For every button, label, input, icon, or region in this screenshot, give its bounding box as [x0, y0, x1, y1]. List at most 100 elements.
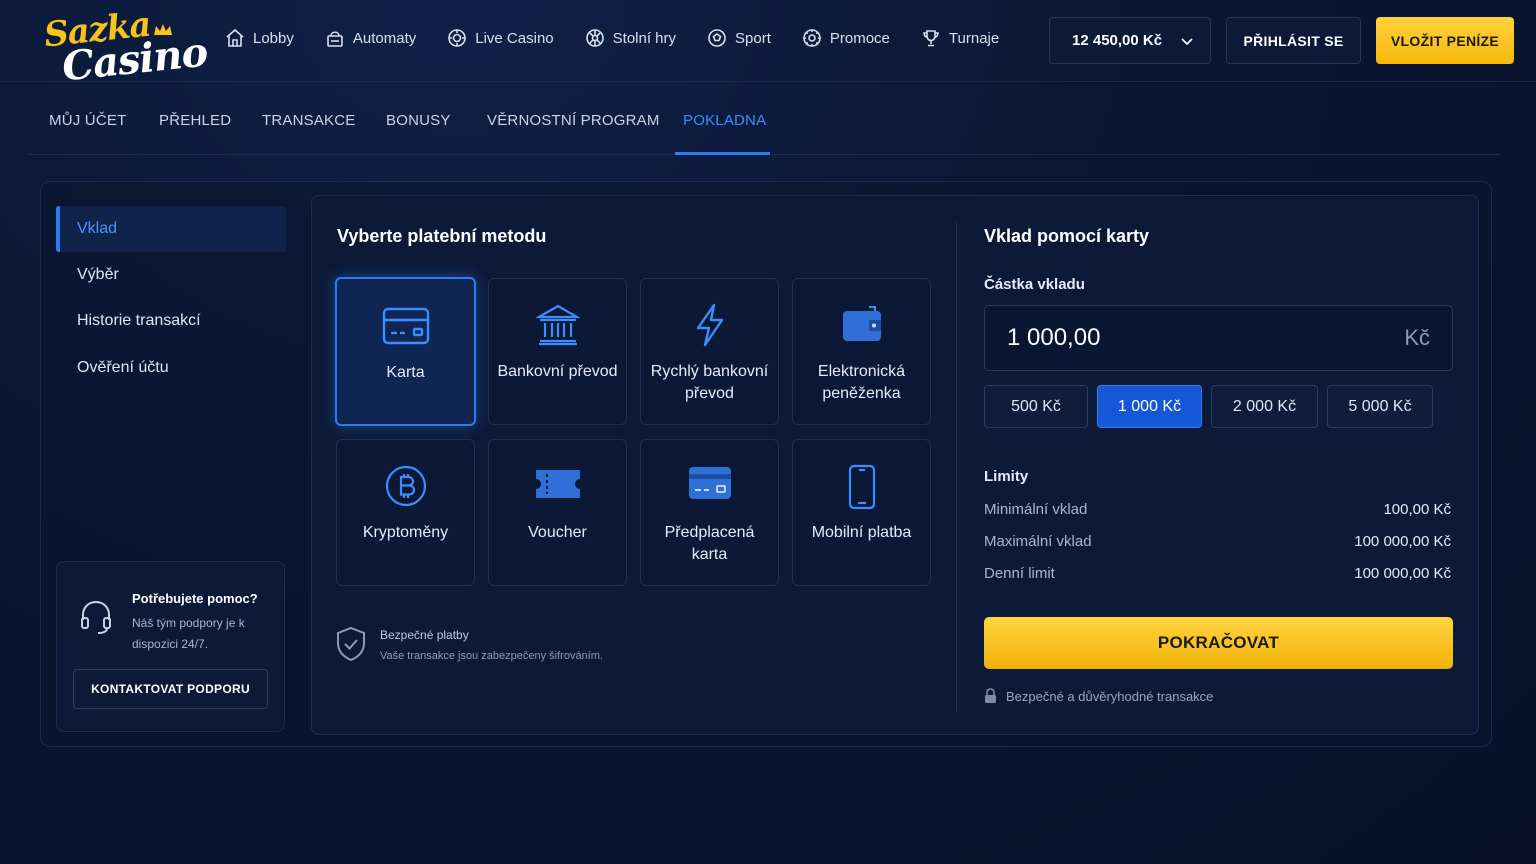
mobile-phone-icon	[793, 464, 930, 510]
currency-label: Kč	[1404, 325, 1430, 350]
preset-2000[interactable]: 2 000 Kč	[1211, 385, 1318, 428]
sidebar-item-historie[interactable]: Historie transakcí	[56, 298, 286, 344]
balance-amount: 12 450,00 Kč	[1072, 32, 1163, 49]
payment-method-title: Vyberte platební metodu	[337, 226, 547, 246]
limit-key: Maximální vklad	[984, 533, 1092, 550]
nav-label: Live Casino	[475, 29, 554, 47]
limit-value: 100,00 Kč	[1383, 501, 1451, 518]
account-tabs: MŮJ ÚČET PŘEHLED TRANSAKCE BONUSY VĚRNOS…	[28, 84, 1500, 155]
preset-500[interactable]: 500 Kč	[984, 385, 1088, 428]
crown-icon	[154, 24, 172, 35]
credit-card-icon	[337, 307, 474, 345]
lightning-icon	[641, 303, 778, 347]
limit-key: Minimální vklad	[984, 501, 1088, 518]
chip-icon	[448, 29, 467, 47]
safe-note-text: Bezpečné a důvěryhodné transakce	[1006, 688, 1214, 704]
gift-icon	[803, 29, 821, 47]
method-label: Rychlý bankovní převod	[650, 363, 769, 402]
bitcoin-icon	[337, 464, 474, 508]
sazka-casino-logo[interactable]: Sazka Casino	[42, 5, 209, 91]
secure-text: Vaše transakce jsou zabezpečeny šifrován…	[380, 650, 603, 662]
sidebar-item-overeni[interactable]: Ověření účtu	[56, 345, 286, 391]
method-label: Kryptoměny	[362, 524, 449, 541]
limit-row: Minimální vklad 100,00 Kč	[984, 501, 1451, 518]
method-label: Bankovní převod	[497, 363, 618, 380]
soccer-ball-icon	[708, 29, 726, 47]
method-kryptomeny[interactable]: Kryptoměny	[336, 439, 475, 586]
method-voucher[interactable]: Voucher	[488, 439, 627, 586]
limit-value: 100 000,00 Kč	[1354, 533, 1451, 550]
nav-label: Automaty	[352, 29, 417, 47]
method-label: Předplacená karta	[664, 524, 755, 563]
card-deposit-title: Vklad pomocí karty	[984, 226, 1150, 246]
voucher-icon	[489, 464, 626, 504]
main-nav: Lobby Automaty Live Casino Stolní hry Sp…	[225, 28, 1030, 48]
nav-turnaje[interactable]: Turnaje	[921, 28, 999, 48]
help-box: Potřebujete pomoc? Náš tým podpory je k …	[56, 561, 285, 732]
amount-input[interactable]	[1007, 324, 1307, 352]
nav-label: Sport	[735, 29, 771, 47]
top-bar: Sazka Casino Lobby Automaty Live Casino …	[0, 0, 1536, 91]
preset-5000[interactable]: 5 000 Kč	[1327, 385, 1433, 428]
preset-1000[interactable]: 1 000 Kč	[1097, 385, 1202, 428]
panel-divider	[956, 222, 957, 712]
tab-bonusy[interactable]: BONUSY	[386, 112, 451, 129]
method-label: Voucher	[528, 524, 587, 541]
help-title: Potřebujete pomoc?	[132, 591, 258, 606]
prepaid-card-icon	[641, 464, 778, 504]
method-karta[interactable]: Karta	[335, 277, 476, 426]
nav-label: Promoce	[829, 29, 890, 47]
safe-transactions-note: Bezpečné a důvěryhodné transakce	[984, 688, 1213, 704]
secure-title: Bezpečné platby	[380, 628, 469, 642]
deposit-money-button[interactable]: VLOŽIT PENÍZE	[1376, 17, 1514, 64]
home-icon	[226, 28, 244, 47]
method-elektronicka-penezenka[interactable]: Elektronická peněženka	[792, 278, 931, 425]
nav-live-casino[interactable]: Live Casino	[447, 28, 554, 48]
method-rychly-bankovni-prevod[interactable]: Rychlý bankovní převod	[640, 278, 779, 425]
method-label: Elektronická peněženka	[817, 363, 906, 402]
method-mobilni-platba[interactable]: Mobilní platba	[792, 439, 931, 586]
method-label: Karta	[386, 364, 425, 381]
tab-pokladna[interactable]: POKLADNA	[683, 112, 766, 129]
tab-muj-ucet[interactable]: MŮJ ÚČET	[49, 112, 126, 129]
roulette-icon	[585, 29, 604, 47]
nav-promoce[interactable]: Promoce	[802, 28, 890, 48]
tab-vernostni-program[interactable]: VĚRNOSTNÍ PROGRAM	[487, 112, 660, 129]
method-label: Mobilní platba	[811, 524, 912, 541]
method-bankovni-prevod[interactable]: Bankovní převod	[488, 278, 627, 425]
nav-label: Stolní hry	[612, 29, 677, 47]
amount-label: Částka vkladu	[984, 276, 1085, 293]
nav-stolni-hry[interactable]: Stolní hry	[585, 28, 676, 48]
headset-icon	[81, 600, 111, 634]
nav-label: Turnaje	[948, 29, 1000, 47]
continue-button[interactable]: POKRAČOVAT	[984, 617, 1453, 669]
nav-label: Lobby	[253, 29, 294, 47]
limit-key: Denní limit	[984, 565, 1055, 582]
active-tab-indicator	[675, 152, 770, 155]
limit-value: 100 000,00 Kč	[1354, 565, 1451, 582]
amount-field[interactable]: Kč	[984, 305, 1453, 371]
limit-row: Denní limit 100 000,00 Kč	[984, 565, 1451, 582]
nav-lobby[interactable]: Lobby	[225, 28, 294, 48]
tab-transakce[interactable]: TRANSAKCE	[262, 112, 356, 129]
balance-dropdown[interactable]: 12 450,00 Kč	[1049, 17, 1211, 64]
method-predplacena-karta[interactable]: Předplacená karta	[640, 439, 779, 586]
sidebar-item-vyber[interactable]: Výběr	[56, 252, 286, 298]
trophy-icon	[923, 30, 939, 47]
chevron-down-icon	[1181, 37, 1193, 45]
nav-automaty[interactable]: Automaty	[325, 28, 416, 48]
lock-icon	[985, 688, 996, 703]
limits-label: Limity	[984, 468, 1029, 485]
slot-machine-icon	[327, 31, 343, 47]
nav-sport[interactable]: Sport	[707, 28, 771, 48]
shield-check-icon	[337, 626, 365, 662]
contact-support-button[interactable]: KONTAKTOVAT PODPORU	[73, 669, 268, 709]
sidebar-item-vklad[interactable]: Vklad	[56, 206, 286, 252]
bank-icon	[489, 303, 626, 347]
limit-row: Maximální vklad 100 000,00 Kč	[984, 533, 1451, 550]
help-text: Náš tým podpory je k dispozici 24/7.	[132, 616, 245, 651]
secure-payments-note: Bezpečné platby Vaše transakce jsou zabe…	[336, 626, 603, 667]
login-button[interactable]: PŘIHLÁSIT SE	[1226, 17, 1361, 64]
tab-prehled[interactable]: PŘEHLED	[159, 112, 231, 129]
wallet-icon	[793, 303, 930, 345]
